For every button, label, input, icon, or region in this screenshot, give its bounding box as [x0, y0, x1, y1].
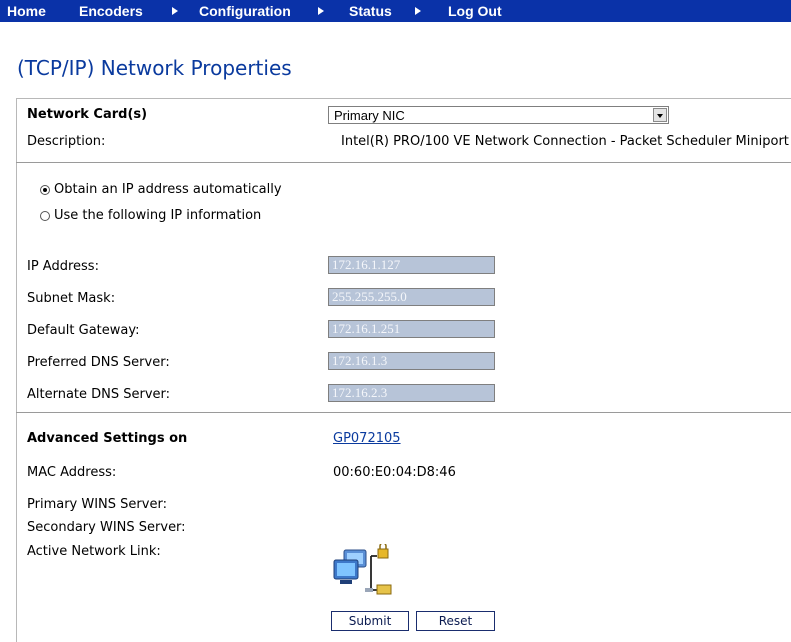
nav-encoders[interactable]: Encoders [79, 3, 143, 19]
default-gateway-label: Default Gateway: [27, 323, 140, 338]
divider [16, 162, 791, 163]
nav-arrow-icon [318, 7, 324, 15]
nav-home[interactable]: Home [7, 3, 46, 19]
divider [16, 412, 791, 413]
advanced-settings-label: Advanced Settings on [27, 431, 188, 446]
nav-status[interactable]: Status [349, 3, 392, 19]
nav-configuration[interactable]: Configuration [199, 3, 291, 19]
page-title: (TCP/IP) Network Properties [17, 56, 292, 80]
description-value: Intel(R) PRO/100 VE Network Connection -… [341, 134, 789, 149]
mac-address-label: MAC Address: [27, 465, 117, 480]
nav-log-out[interactable]: Log Out [448, 3, 502, 19]
ip-address-input[interactable] [328, 256, 495, 274]
radio-use-following[interactable] [40, 211, 50, 221]
preferred-dns-label: Preferred DNS Server: [27, 355, 170, 370]
subnet-mask-input[interactable] [328, 288, 495, 306]
secondary-wins-label: Secondary WINS Server: [27, 520, 186, 535]
primary-wins-label: Primary WINS Server: [27, 497, 167, 512]
reset-button[interactable]: Reset [416, 611, 495, 631]
mac-address-value: 00:60:E0:04:D8:46 [333, 465, 456, 480]
radio-obtain-auto[interactable] [40, 185, 50, 195]
preferred-dns-input[interactable] [328, 352, 495, 370]
network-properties-panel [16, 98, 791, 642]
alternate-dns-input[interactable] [328, 384, 495, 402]
chevron-down-icon[interactable] [653, 108, 667, 122]
default-gateway-input[interactable] [328, 320, 495, 338]
submit-button[interactable]: Submit [331, 611, 409, 631]
advanced-host-link[interactable]: GP072105 [333, 431, 401, 446]
ip-address-label: IP Address: [27, 259, 99, 274]
subnet-mask-label: Subnet Mask: [27, 291, 116, 306]
network-card-label: Network Card(s) [27, 107, 148, 122]
network-connection-icon [333, 544, 392, 595]
radio-obtain-auto-label[interactable]: Obtain an IP address automatically [54, 182, 282, 197]
active-network-link-label: Active Network Link: [27, 544, 161, 559]
network-card-select[interactable]: Primary NIC [328, 106, 669, 124]
top-nav-bar: Home Encoders Configuration Status Log O… [0, 0, 791, 22]
nav-arrow-icon [415, 7, 421, 15]
network-card-selected: Primary NIC [334, 108, 405, 123]
nav-arrow-icon [172, 7, 178, 15]
alternate-dns-label: Alternate DNS Server: [27, 387, 171, 402]
description-label: Description: [27, 134, 106, 149]
radio-use-following-label[interactable]: Use the following IP information [54, 208, 261, 223]
